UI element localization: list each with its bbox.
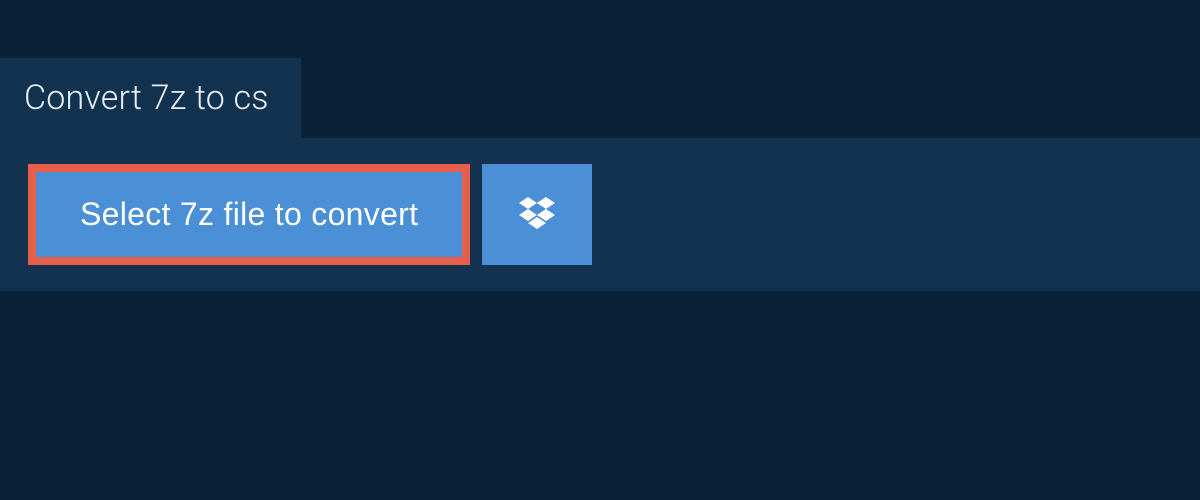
tab-label: Convert 7z to cs bbox=[24, 78, 269, 118]
convert-panel: Select 7z file to convert bbox=[0, 138, 1200, 291]
dropbox-button[interactable] bbox=[482, 164, 592, 265]
dropbox-icon bbox=[517, 195, 557, 234]
button-row: Select 7z file to convert bbox=[28, 164, 1172, 265]
tab-convert[interactable]: Convert 7z to cs bbox=[0, 58, 301, 138]
select-file-label: Select 7z file to convert bbox=[80, 196, 418, 233]
select-file-button[interactable]: Select 7z file to convert bbox=[28, 164, 470, 265]
